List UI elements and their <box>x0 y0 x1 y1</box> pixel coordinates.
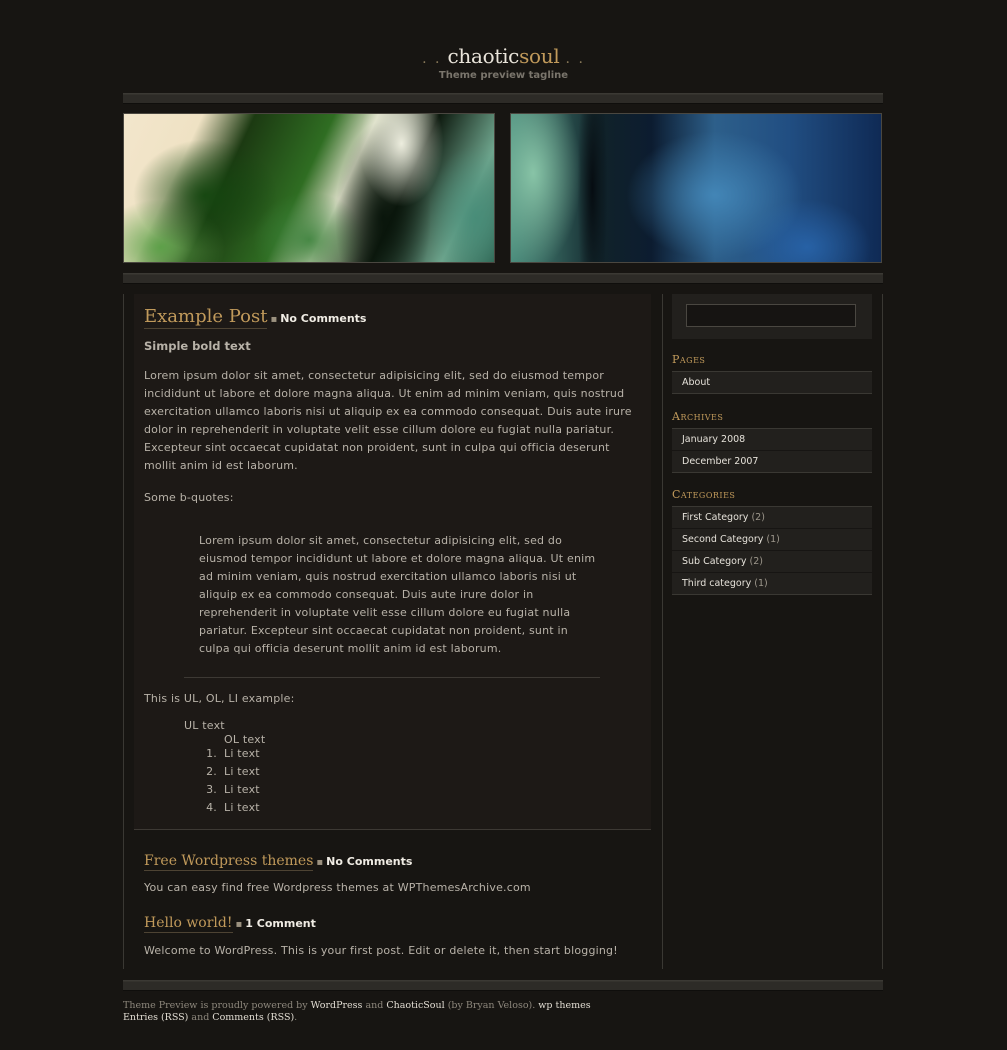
category-count: (2) <box>749 556 763 567</box>
category-count: (2) <box>751 512 765 523</box>
list-item: 1. Li text <box>199 745 260 763</box>
post-comments-link[interactable]: No Comments <box>326 855 412 868</box>
header-divider-bar <box>123 93 883 104</box>
ul-text: UL text <box>184 719 225 732</box>
footer-line-1: Theme Preview is proudly powered by Word… <box>123 1000 591 1012</box>
sidebar-link[interactable]: Second Category <box>682 534 763 545</box>
post-header: Example Post ▪ No Comments <box>144 306 366 329</box>
list-item-text: Li text <box>224 801 260 814</box>
post-comments-link[interactable]: No Comments <box>280 312 366 325</box>
nav-divider-bar <box>123 273 883 284</box>
pages-heading: Pages <box>672 353 706 366</box>
post-excerpt: You can easy find free Wordpress themes … <box>144 881 531 894</box>
list-number: 4. <box>206 801 217 814</box>
list-item-text: Li text <box>224 783 260 796</box>
sidebar-link[interactable]: About <box>682 377 710 388</box>
categories-list: First Category (2) Second Category (1) S… <box>672 506 872 595</box>
list-intro: This is UL, OL, LI example: <box>144 692 295 705</box>
chaoticsoul-link[interactable]: ChaoticSoul <box>386 1000 444 1011</box>
footer-line-2: Entries (RSS) and Comments (RSS). <box>123 1012 591 1024</box>
post-title-link[interactable]: Hello world! <box>144 915 233 933</box>
site-title[interactable]: . . chaoticsoul . . <box>0 44 1007 68</box>
post-excerpt: Welcome to WordPress. This is your first… <box>144 944 618 957</box>
title-dots-right: . . <box>565 51 585 67</box>
footer-divider-bar <box>123 980 883 991</box>
post-title-link[interactable]: Free Wordpress themes <box>144 853 314 871</box>
wordpress-link[interactable]: WordPress <box>311 1000 363 1011</box>
sidebar-item-first-category[interactable]: First Category (2) <box>672 507 872 529</box>
meta-separator: ▪ <box>270 314 278 325</box>
list-item-text: Li text <box>224 747 260 760</box>
sidebar-link[interactable]: January 2008 <box>682 434 745 445</box>
title-dots-left: . . <box>422 51 442 67</box>
column-divider <box>662 294 663 969</box>
sidebar-item-december-2007[interactable]: December 2007 <box>672 451 872 472</box>
header-image-green <box>123 113 495 263</box>
list-item: 3. Li text <box>199 781 260 799</box>
search-box <box>672 294 872 339</box>
post-paragraph: Lorem ipsum dolor sit amet, consectetur … <box>144 369 632 472</box>
footer-text: (by Bryan Veloso). <box>444 1000 539 1011</box>
sidebar-item-third-category[interactable]: Third category (1) <box>672 573 872 594</box>
sidebar-item-second-category[interactable]: Second Category (1) <box>672 529 872 551</box>
footer-text: and <box>362 1000 387 1011</box>
sidebar-link[interactable]: First Category <box>682 512 748 523</box>
list-item: 4. Li text <box>199 799 260 817</box>
bquote-intro: Some b-quotes: <box>144 491 234 504</box>
search-input[interactable] <box>686 304 856 327</box>
comments-rss-link[interactable]: Comments (RSS) <box>212 1012 294 1023</box>
footer: Theme Preview is proudly powered by Word… <box>123 1000 591 1024</box>
meta-separator: ▪ <box>235 919 243 930</box>
post-title-link[interactable]: Example Post <box>144 306 268 329</box>
post-comments-link[interactable]: 1 Comment <box>245 917 316 930</box>
category-count: (1) <box>766 534 780 545</box>
blockquote-rule <box>184 677 600 678</box>
footer-text: and <box>188 1012 213 1023</box>
sidebar-link[interactable]: Third category <box>682 578 751 589</box>
wp-themes-link[interactable]: wp themes <box>538 1000 590 1011</box>
list-number: 2. <box>206 765 217 778</box>
list-item-text: Li text <box>224 765 260 778</box>
sidebar-item-january-2008[interactable]: January 2008 <box>672 429 872 451</box>
list-item: 2. Li text <box>199 763 260 781</box>
entries-rss-link[interactable]: Entries (RSS) <box>123 1012 188 1023</box>
site-tagline: Theme preview tagline <box>438 70 569 81</box>
ordered-list: 1. Li text 2. Li text 3. Li text 4. Li text <box>199 745 260 817</box>
sidebar-link[interactable]: December 2007 <box>682 456 758 467</box>
site-title-part1[interactable]: chaotic <box>448 44 520 68</box>
post-header: Free Wordpress themes ▪ No Comments <box>144 853 412 871</box>
archives-heading: Archives <box>672 410 724 423</box>
footer-text: . <box>294 1012 298 1023</box>
categories-heading: Categories <box>672 488 736 501</box>
meta-separator: ▪ <box>316 857 324 868</box>
list-number: 1. <box>206 747 217 760</box>
header-image-blue <box>510 113 882 263</box>
sidebar-link[interactable]: Sub Category <box>682 556 747 567</box>
post-header: Hello world! ▪ 1 Comment <box>144 915 316 933</box>
post-bold-text: Simple bold text <box>144 339 251 353</box>
pages-list: About <box>672 371 872 394</box>
blockquote: Lorem ipsum dolor sit amet, consectetur … <box>199 534 596 655</box>
footer-text: Theme Preview is proudly powered by <box>123 1000 311 1011</box>
category-count: (1) <box>754 578 768 589</box>
archives-list: January 2008 December 2007 <box>672 428 872 473</box>
sidebar-item-about[interactable]: About <box>672 372 872 393</box>
site-title-part2[interactable]: soul <box>519 44 560 68</box>
list-number: 3. <box>206 783 217 796</box>
sidebar-item-sub-category[interactable]: Sub Category (2) <box>672 551 872 573</box>
